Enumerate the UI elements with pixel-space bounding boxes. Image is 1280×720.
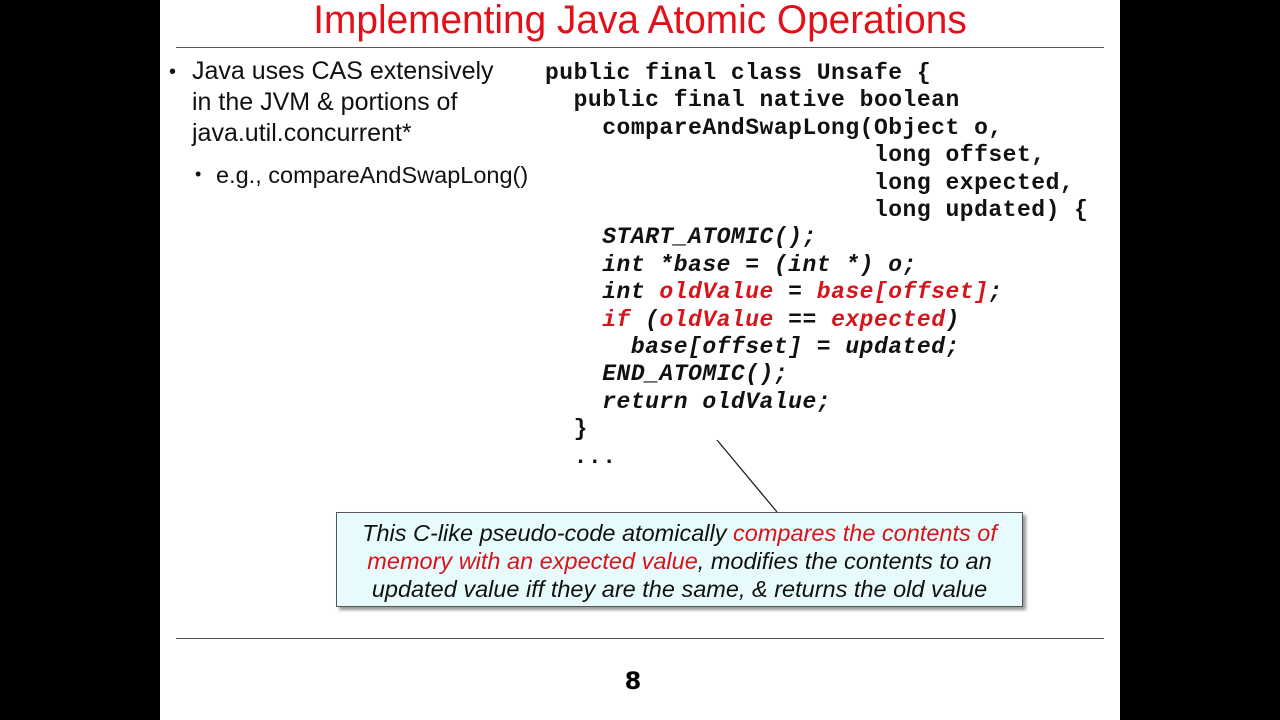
callout-text: This C-like pseudo-code atomically bbox=[362, 520, 734, 546]
pointer-line bbox=[716, 439, 778, 513]
page-number: 8 bbox=[624, 667, 642, 695]
callout-pointer bbox=[716, 439, 778, 513]
footer-divider bbox=[176, 638, 1104, 639]
slide: Implementing Java Atomic Operations • Ja… bbox=[160, 0, 1120, 720]
callout-box: This C-like pseudo-code atomically compa… bbox=[336, 512, 1023, 607]
